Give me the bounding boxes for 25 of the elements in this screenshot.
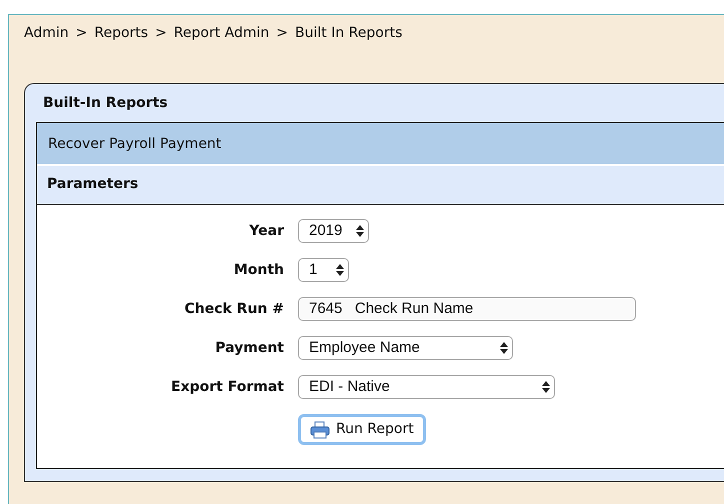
breadcrumb-link[interactable]: Built In Reports <box>295 23 402 44</box>
stepper-arrows-icon <box>500 342 508 354</box>
field-label: Payment <box>214 338 284 358</box>
printer-icon <box>310 420 330 438</box>
breadcrumb-link[interactable]: Reports <box>94 23 148 44</box>
select-field[interactable]: 1 <box>298 258 349 282</box>
field-label: Check Run # <box>183 300 284 318</box>
stepper-arrows-icon <box>336 264 344 276</box>
breadcrumb-link[interactable]: Admin <box>24 23 69 44</box>
run-report-button[interactable]: Run Report <box>298 414 426 445</box>
select-field[interactable]: Employee Name <box>298 336 513 360</box>
stepper-arrows-icon <box>542 381 550 393</box>
breadcrumb-separator: > <box>276 24 288 43</box>
select-field[interactable]: 2019 <box>298 219 369 243</box>
report-title: Recover Payroll Payment <box>37 123 724 166</box>
select-field[interactable]: EDI - Native <box>298 375 555 399</box>
field-label: Month <box>232 260 284 280</box>
stepper-arrows-icon <box>356 225 364 237</box>
breadcrumb-separator: > <box>155 24 167 43</box>
breadcrumb-separator: > <box>76 24 88 43</box>
text-field[interactable]: 7645 Check Run Name <box>298 297 636 321</box>
breadcrumb-link[interactable]: Report Admin <box>174 23 270 44</box>
field-label: Year <box>248 222 284 240</box>
panel-title: Built-In Reports <box>42 94 169 113</box>
field-label: Export Format <box>170 378 284 396</box>
